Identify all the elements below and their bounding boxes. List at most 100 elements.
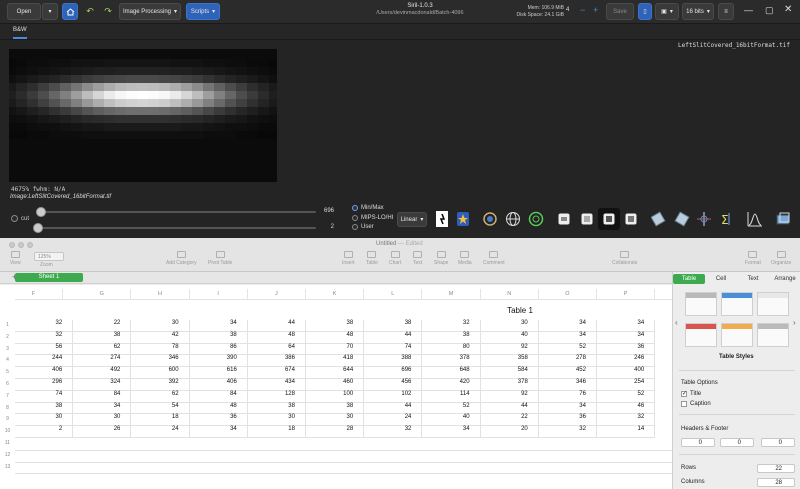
table-cell[interactable]: 274	[73, 355, 132, 368]
maximize-button[interactable]: ▢	[765, 5, 774, 16]
table-cell[interactable]: 78	[131, 343, 190, 356]
row-header[interactable]: 1	[0, 322, 15, 328]
table-cell[interactable]: 38	[247, 402, 306, 415]
minimize-button[interactable]: —	[744, 5, 753, 15]
row-header[interactable]: 11	[0, 440, 15, 446]
table-cell[interactable]: 460	[306, 379, 365, 391]
table-cell[interactable]: 42	[131, 331, 190, 344]
table-cell[interactable]: 18	[131, 414, 190, 427]
table-cell[interactable]: 70	[306, 343, 365, 356]
table-cell[interactable]: 38	[422, 331, 481, 344]
minus-button[interactable]: −	[580, 5, 585, 15]
table-cell[interactable]: 346	[131, 355, 190, 368]
column-header[interactable]: M	[422, 289, 481, 299]
table-cell[interactable]: 48	[247, 331, 306, 344]
table-cell[interactable]: 452	[538, 367, 597, 379]
table-cell[interactable]: 62	[131, 390, 190, 403]
table-cell[interactable]: 26	[73, 426, 132, 438]
table-cell[interactable]: 30	[73, 414, 132, 427]
star-button[interactable]	[452, 208, 474, 230]
table-cell[interactable]: 346	[538, 379, 597, 391]
row-header[interactable]: 12	[0, 452, 15, 458]
table-cell[interactable]: 30	[480, 320, 539, 332]
table-cell[interactable]: 44	[364, 331, 423, 344]
table-cell[interactable]: 64	[247, 343, 306, 356]
columns-stepper[interactable]: 28	[757, 478, 795, 487]
toolbar-text[interactable]: Text	[413, 251, 422, 266]
table-cell[interactable]: 244	[15, 355, 74, 368]
tab-cell[interactable]: Cell	[705, 274, 737, 284]
table-cell[interactable]: 32	[597, 414, 656, 427]
bit-depth-menu[interactable]: 16 bits ▾	[682, 3, 714, 20]
row-header[interactable]: 10	[0, 428, 15, 434]
column-header[interactable]: I	[190, 289, 248, 299]
radio-mips[interactable]: MIPS-LO/HI	[352, 215, 393, 221]
zoom-window-button[interactable]	[27, 242, 33, 248]
table-cell[interactable]: 378	[480, 379, 539, 391]
table-cell[interactable]: 38	[15, 402, 74, 415]
table-cell[interactable]: 254	[597, 379, 656, 391]
table-cell[interactable]: 114	[422, 390, 481, 403]
cut-checkbox[interactable]: cut	[11, 215, 29, 222]
toolbar-table[interactable]: Table	[366, 251, 378, 266]
table-cell[interactable]: 38	[306, 402, 365, 415]
table-cell[interactable]: 34	[73, 402, 132, 415]
table-cell[interactable]: 434	[247, 379, 306, 391]
column-header[interactable]: L	[364, 289, 423, 299]
table-cell[interactable]: 406	[189, 379, 248, 391]
table-cell[interactable]: 46	[597, 402, 656, 415]
table-style-1[interactable]	[685, 292, 717, 316]
footer-rows-stepper[interactable]: 0	[761, 438, 795, 447]
chevron-right-icon[interactable]: ›	[793, 318, 796, 327]
table-cell[interactable]: 644	[306, 367, 365, 379]
table-cell[interactable]: 358	[480, 355, 539, 368]
table-cell[interactable]: 32	[364, 426, 423, 438]
slider-knob[interactable]	[33, 223, 43, 233]
tab-arrange[interactable]: Arrange	[769, 274, 800, 284]
table-cell[interactable]: 32	[15, 320, 74, 332]
table-cell[interactable]: 62	[73, 343, 132, 356]
table-cell[interactable]: 56	[15, 343, 74, 356]
tab-text[interactable]: Text	[737, 274, 769, 284]
zoom-select[interactable]: 125%	[34, 252, 64, 261]
table-cell[interactable]: 40	[422, 414, 481, 427]
row-header[interactable]: 3	[0, 346, 15, 352]
table-cell[interactable]: 24	[131, 426, 190, 438]
table-cell[interactable]: 18	[247, 426, 306, 438]
view-mode-4-button[interactable]	[620, 208, 642, 230]
close-button[interactable]: ✕	[784, 4, 792, 15]
open-dropdown-button[interactable]: ▾	[42, 3, 58, 20]
title-checkbox[interactable]: ✓ Title	[681, 391, 701, 397]
table-cell[interactable]: 390	[189, 355, 248, 368]
scripts-menu[interactable]: Scripts ▾	[186, 3, 220, 20]
table-cell[interactable]: 38	[306, 320, 365, 332]
menu-button[interactable]: ≡	[718, 3, 734, 20]
row-header[interactable]: 7	[0, 393, 15, 399]
mirror-x-button[interactable]	[649, 208, 671, 230]
toolbar-media[interactable]: Media	[458, 251, 472, 266]
table-cell[interactable]: 30	[131, 320, 190, 332]
minimize-window-button[interactable]	[18, 242, 24, 248]
table-cell[interactable]: 674	[247, 367, 306, 379]
column-header[interactable]: K	[306, 289, 365, 299]
tab-bw[interactable]: B&W	[13, 27, 27, 39]
table-cell[interactable]: 34	[422, 426, 481, 438]
table-cell[interactable]: 406	[15, 367, 74, 379]
toolbar-pivot-table[interactable]: Pivot Table	[208, 251, 232, 266]
header-columns-stepper[interactable]: 0	[720, 438, 754, 447]
view-mode-1-button[interactable]	[553, 208, 575, 230]
row-header[interactable]: 5	[0, 369, 15, 375]
table-cell[interactable]: 24	[364, 414, 423, 427]
redo-button[interactable]: ↷	[100, 3, 116, 20]
table-cell[interactable]: 584	[480, 367, 539, 379]
column-header[interactable]: H	[131, 289, 190, 299]
table-cell[interactable]: 44	[480, 402, 539, 415]
table-cell[interactable]: 418	[306, 355, 365, 368]
rows-stepper[interactable]: 22	[757, 464, 795, 473]
table-style-4[interactable]	[685, 323, 717, 347]
table-cell[interactable]: 36	[597, 343, 656, 356]
table-cell[interactable]: 76	[538, 390, 597, 403]
radio-minmax[interactable]: Min/Max	[352, 205, 384, 211]
row-header[interactable]: 6	[0, 381, 15, 387]
table-cell[interactable]: 34	[189, 320, 248, 332]
